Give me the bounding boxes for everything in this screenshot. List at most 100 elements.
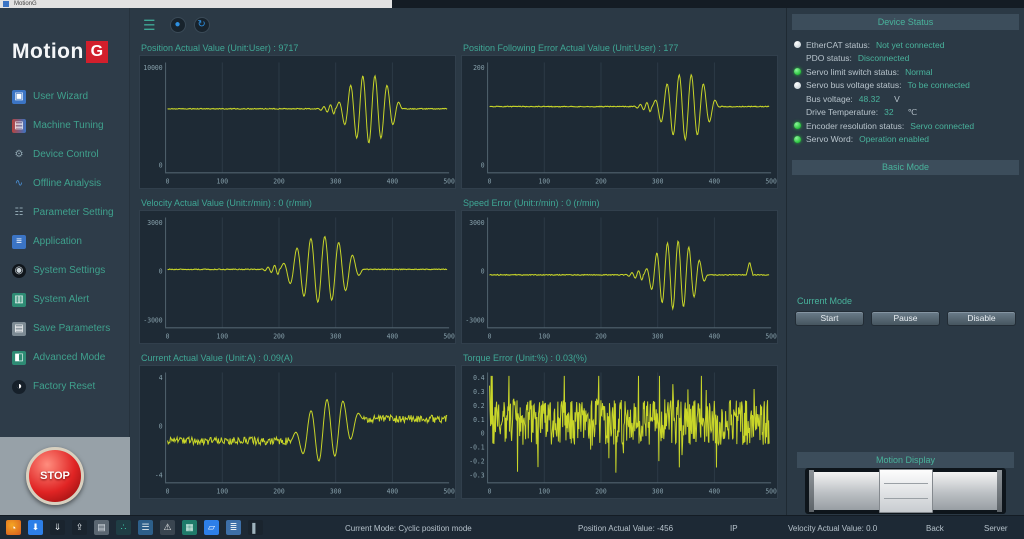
start-button[interactable]: Start [795,311,864,326]
chart-toolbar: ☰ ● ↻ [131,8,786,42]
chart-2: Velocity Actual Value (Unit:r/min) : 0 (… [139,197,456,344]
sidebar-item-device-control[interactable]: ⚙ Device Control [0,140,129,169]
status-led-green [794,122,801,129]
sidebar-item-label: System Settings [33,265,105,276]
status-label: Servo limit switch status: [806,67,899,77]
chart-4: Current Actual Value (Unit:A) : 0.09(A)4… [139,352,456,499]
chart-title: Torque Error (Unit:%) : 0.03(%) [461,352,778,365]
status-row: EtherCAT status: Not yet connected [794,38,1017,52]
svg-text:0.4: 0.4 [473,374,485,382]
svg-text:0: 0 [159,422,163,430]
sliders-icon: ☷ [12,206,26,220]
status-value: Not yet connected [876,40,945,50]
velocity-actual-text: Velocity Actual Value: 0.0 [788,524,877,533]
status-value: To be connected [907,80,969,90]
basic-mode-button[interactable]: Basic Mode [792,160,1019,175]
sidebar-item-label: User Wizard [33,91,88,102]
svg-text:0: 0 [159,267,163,275]
chart-plot: 0.40.30.20.10-0.1-0.2-0.3010020030040050… [461,365,778,499]
server-text: Server [984,524,1008,533]
chart-title: Speed Error (Unit:r/min) : 0 (r/min) [461,197,778,210]
current-mode-label: Current Mode [797,296,852,306]
globe-icon[interactable]: ⬇ [28,520,43,535]
record-icon[interactable]: ● [170,17,186,33]
stop-panel: STOP [0,437,130,515]
scatter-icon[interactable]: ∴ [116,520,131,535]
waveform-icon: ∿ [12,177,26,191]
svg-text:200: 200 [595,487,607,495]
warning-icon[interactable]: ⚠ [160,520,175,535]
svg-text:-3000: -3000 [143,316,162,324]
status-led-white [794,82,801,89]
chart-area: ☰ ● ↻ Position Actual Value (Unit:User) : … [131,8,786,515]
svg-text:500: 500 [443,332,455,340]
svg-text:100: 100 [217,332,229,340]
app-window: MotionG Motion G ▣User Wizard▤Machine Tu… [0,0,1024,539]
svg-text:500: 500 [443,177,455,185]
svg-text:0: 0 [159,161,163,169]
svg-text:400: 400 [387,332,399,340]
chart-1: Position Following Error Actual Value (U… [461,42,778,189]
svg-text:100: 100 [539,487,551,495]
sidebar-item-label: Parameter Setting [33,207,114,218]
current-mode-text: Current Mode: Cyclic position mode [345,524,472,533]
sidebar-item-system-alert[interactable]: ▥System Alert [0,285,129,314]
app-list-icon: ≡ [12,235,26,249]
svg-text:100: 100 [539,332,551,340]
refresh-icon[interactable]: ↻ [194,17,210,33]
gear-icon: ⚙ [12,148,26,162]
status-value: Servo connected [910,121,974,131]
svg-text:-0.2: -0.2 [469,457,484,465]
chart-title: Position Actual Value (Unit:User) : 9717 [139,42,456,55]
svg-text:100: 100 [217,487,229,495]
sidebar-item-label: Device Control [33,149,99,160]
list-icon[interactable]: ☰ [138,520,153,535]
status-label: PDO status: [806,53,852,63]
sidebar-item-advanced-mode[interactable]: ◧Advanced Mode [0,343,129,372]
chart-plot: 30000-30000100200300400500 [139,210,456,344]
back-text: Back [926,524,944,533]
sidebar-item-offline-analysis[interactable]: ∿Offline Analysis [0,169,129,198]
svg-text:0: 0 [488,177,492,185]
sidebar-item-machine-tuning[interactable]: ▤Machine Tuning [0,111,129,140]
sidebar-item-user-wizard[interactable]: ▣User Wizard [0,82,129,111]
svg-text:400: 400 [709,487,721,495]
sidebar-item-label: Advanced Mode [33,352,105,363]
svg-text:4: 4 [159,374,163,382]
svg-text:0: 0 [481,161,485,169]
file-icon[interactable]: ▤ [94,520,109,535]
svg-text:0: 0 [166,487,170,495]
sidebar-item-application[interactable]: ≡ Application [0,227,129,256]
sidebar-item-label: System Alert [33,294,89,305]
status-label: Servo Word: [806,134,853,144]
upload-icon[interactable]: ⇪ [72,520,87,535]
status-label: EtherCAT status: [806,40,870,50]
window-titlebar: MotionG [0,0,1024,8]
emergency-stop-button[interactable]: STOP [26,447,84,505]
sidebar-item-factory-reset[interactable]: ◑ Factory Reset [0,372,129,401]
position-actual-text: Position Actual Value: -456 [578,524,673,533]
taskbar-tray: ◔ ⬇ ⇓ ⇪ ▤ ∴ ☰ ⚠ ▦ ▱ ≣ ▌ [6,520,263,535]
panel-icon[interactable]: ▦ [182,520,197,535]
sidebar-item-save-parameters[interactable]: ▤Save Parameters [0,314,129,343]
download-icon[interactable]: ⇓ [50,520,65,535]
svg-text:0: 0 [481,429,485,437]
sidebar-item-label: Application [33,236,82,247]
svg-text:300: 300 [330,177,342,185]
reset-icon: ◑ [12,380,26,394]
status-value: 32 [884,107,893,117]
status-label: Drive Temperature: [806,107,878,117]
svg-text:200: 200 [595,332,607,340]
notes-icon[interactable]: ≣ [226,520,241,535]
folder-icon[interactable]: ▱ [204,520,219,535]
browser-icon[interactable]: ◔ [6,520,21,535]
svg-text:500: 500 [765,487,777,495]
sidebar-item-label: Factory Reset [33,381,95,392]
chart-icon[interactable]: ▌ [248,520,263,535]
pause-button[interactable]: Pause [871,311,940,326]
chart-plot: 20000100200300400500 [461,55,778,189]
sidebar-item-system-settings[interactable]: ◉System Settings [0,256,129,285]
sidebar-item-parameter-setting[interactable]: ☷ Parameter Setting [0,198,129,227]
menu-icon[interactable]: ☰ [143,17,156,34]
disable-button[interactable]: Disable [947,311,1016,326]
